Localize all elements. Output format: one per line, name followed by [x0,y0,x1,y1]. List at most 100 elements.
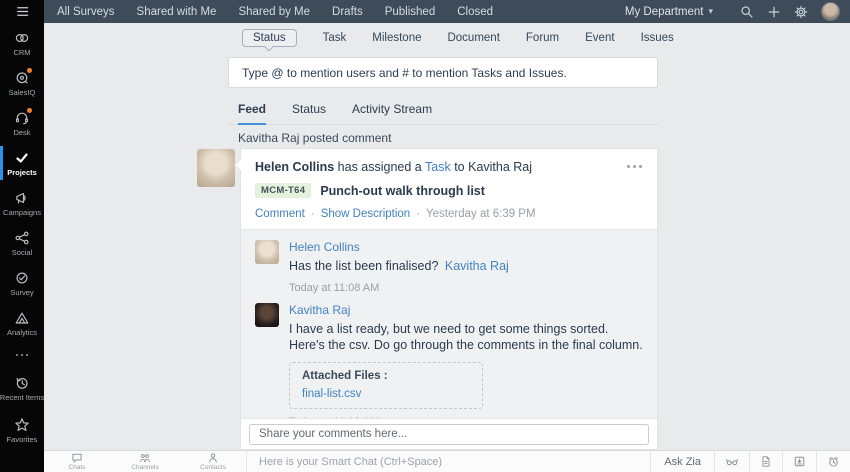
sidebar-label: Favorites [7,435,38,444]
sidebar-label: Survey [10,288,33,297]
sidebar-item-crm[interactable]: CRM [0,23,44,63]
commenter-avatar[interactable] [255,240,279,264]
actor-name[interactable]: Helen Collins [255,160,334,174]
poster-avatar[interactable] [197,149,235,187]
comments-section: Helen Collins Has the list been finalise… [241,229,657,418]
tab-document[interactable]: Document [447,32,499,44]
chat-tab-label: Chats [69,464,86,471]
divider [246,451,247,472]
chevron-down-icon: ▾ [708,6,713,17]
feed-card: Helen Collins has assigned a Task to Kav… [240,148,658,450]
contacts-icon [207,452,219,464]
sidebar-item-salesiq[interactable]: SalesIQ [0,63,44,103]
comment-body: Kavitha Raj I have a list ready, but we … [289,303,643,419]
alarm-clock-icon[interactable] [817,455,850,468]
task-id-badge[interactable]: MCM-T64 [255,183,311,198]
tab-feed[interactable]: Feed [238,102,266,125]
sidebar-item-recent-items[interactable]: Recent Items [0,367,44,409]
commenter-name[interactable]: Helen Collins [289,240,509,254]
sidebar-label: Social [12,248,32,257]
app-window: All Surveys Shared with Me Shared by Me … [0,0,850,472]
smart-chat-placeholder[interactable]: Here is your Smart Chat (Ctrl+Space) [259,456,650,468]
nav-published[interactable]: Published [385,6,436,18]
task-title[interactable]: Punch-out walk through list [320,184,485,198]
sidebar-item-analytics[interactable]: Analytics [0,303,44,343]
sidebar-item-survey[interactable]: Survey [0,263,44,303]
action-text: has assigned a [338,160,422,174]
sidebar-more-icon[interactable] [0,343,44,367]
sidebar-item-social[interactable]: Social [0,223,44,263]
tab-milestone[interactable]: Milestone [372,32,421,44]
active-indicator [0,146,3,180]
tab-event[interactable]: Event [585,32,614,44]
nav-shared-with-me[interactable]: Shared with Me [137,6,217,18]
sidebar-label: Analytics [7,328,37,337]
nav-drafts[interactable]: Drafts [332,6,363,18]
add-icon[interactable] [767,5,781,19]
card-options-icon[interactable] [624,162,645,171]
search-icon[interactable] [740,5,754,19]
show-description-link[interactable]: Show Description [321,208,410,220]
task-row: MCM-T64 Punch-out walk through list [255,183,643,198]
contacts-tab[interactable]: Contacts [194,452,232,471]
notification-dot [27,68,32,73]
mention-link[interactable]: Kavitha Raj [445,259,509,273]
chats-tab[interactable]: Chats [58,452,96,471]
tab-issues[interactable]: Issues [641,32,674,44]
chat-tab-label: Channels [131,464,158,471]
department-label: My Department [625,6,704,18]
app-menu-icon[interactable] [0,0,44,23]
feed-card-header: Helen Collins has assigned a Task to Kav… [241,149,657,229]
module-tabs: Status Task Milestone Document Forum Eve… [228,29,658,47]
channels-icon [139,452,151,464]
ask-zia-button[interactable]: Ask Zia [651,456,714,468]
download-icon[interactable] [783,455,816,468]
department-dropdown[interactable]: My Department ▾ [625,6,713,18]
nav-all-surveys[interactable]: All Surveys [57,6,115,18]
commenter-avatar[interactable] [255,303,279,327]
top-navigation-bar: All Surveys Shared with Me Shared by Me … [44,0,850,23]
channels-tab[interactable]: Channels [126,452,164,471]
notification-dot [27,108,32,113]
attachment-label: Attached Files : [302,370,470,382]
comment-timestamp: Today at 11:08 AM [289,282,509,294]
settings-gear-icon[interactable] [794,5,808,19]
tab-activity-stream[interactable]: Activity Stream [352,102,432,124]
task-link[interactable]: Task [425,160,451,174]
comment-text: I have a list ready, but we need to get … [289,321,643,354]
sidebar-label: Campaigns [3,208,41,217]
comment-body: Helen Collins Has the list been finalise… [289,240,509,294]
action-text: to Kavitha Raj [454,160,532,174]
user-avatar[interactable] [821,2,840,21]
comment-input-section [241,418,657,449]
attachment-file: final-list.csv [302,388,470,400]
comment-link[interactable]: Comment [255,208,305,220]
sidebar-item-favorites[interactable]: Favorites [0,409,44,451]
comment-input[interactable] [249,424,649,445]
feed-tabs: Feed Status Activity Stream [228,102,658,125]
separator: · [416,208,420,220]
sidebar-item-projects[interactable]: Projects [0,143,44,183]
comment-item: Kavitha Raj I have a list ready, but we … [255,303,643,419]
zia-glasses-icon[interactable] [715,455,749,468]
comment-item: Helen Collins Has the list been finalise… [255,240,643,294]
smart-chat-bar: Chats Channels Contacts Here is your Sma… [44,450,850,472]
separator: · [311,208,315,220]
sidebar-item-desk[interactable]: Desk [0,103,44,143]
sidebar-item-campaigns[interactable]: Campaigns [0,183,44,223]
status-mention-box [228,57,658,88]
tab-forum[interactable]: Forum [526,32,559,44]
commenter-name[interactable]: Kavitha Raj [289,303,643,317]
sidebar-label: Recent Items [0,393,44,402]
nav-closed[interactable]: Closed [457,6,493,18]
topbar-actions: My Department ▾ [625,2,850,21]
tab-status[interactable]: Status [242,29,297,47]
tab-task[interactable]: Task [323,32,347,44]
mention-input[interactable] [229,58,657,87]
document-icon[interactable] [750,455,782,468]
attachment-file-link[interactable]: final-list.csv [302,388,361,400]
attachment-box: Attached Files : final-list.csv [289,362,483,409]
nav-shared-by-me[interactable]: Shared by Me [238,6,310,18]
survey-nav: All Surveys Shared with Me Shared by Me … [44,6,493,18]
tab-feed-status[interactable]: Status [292,102,326,124]
